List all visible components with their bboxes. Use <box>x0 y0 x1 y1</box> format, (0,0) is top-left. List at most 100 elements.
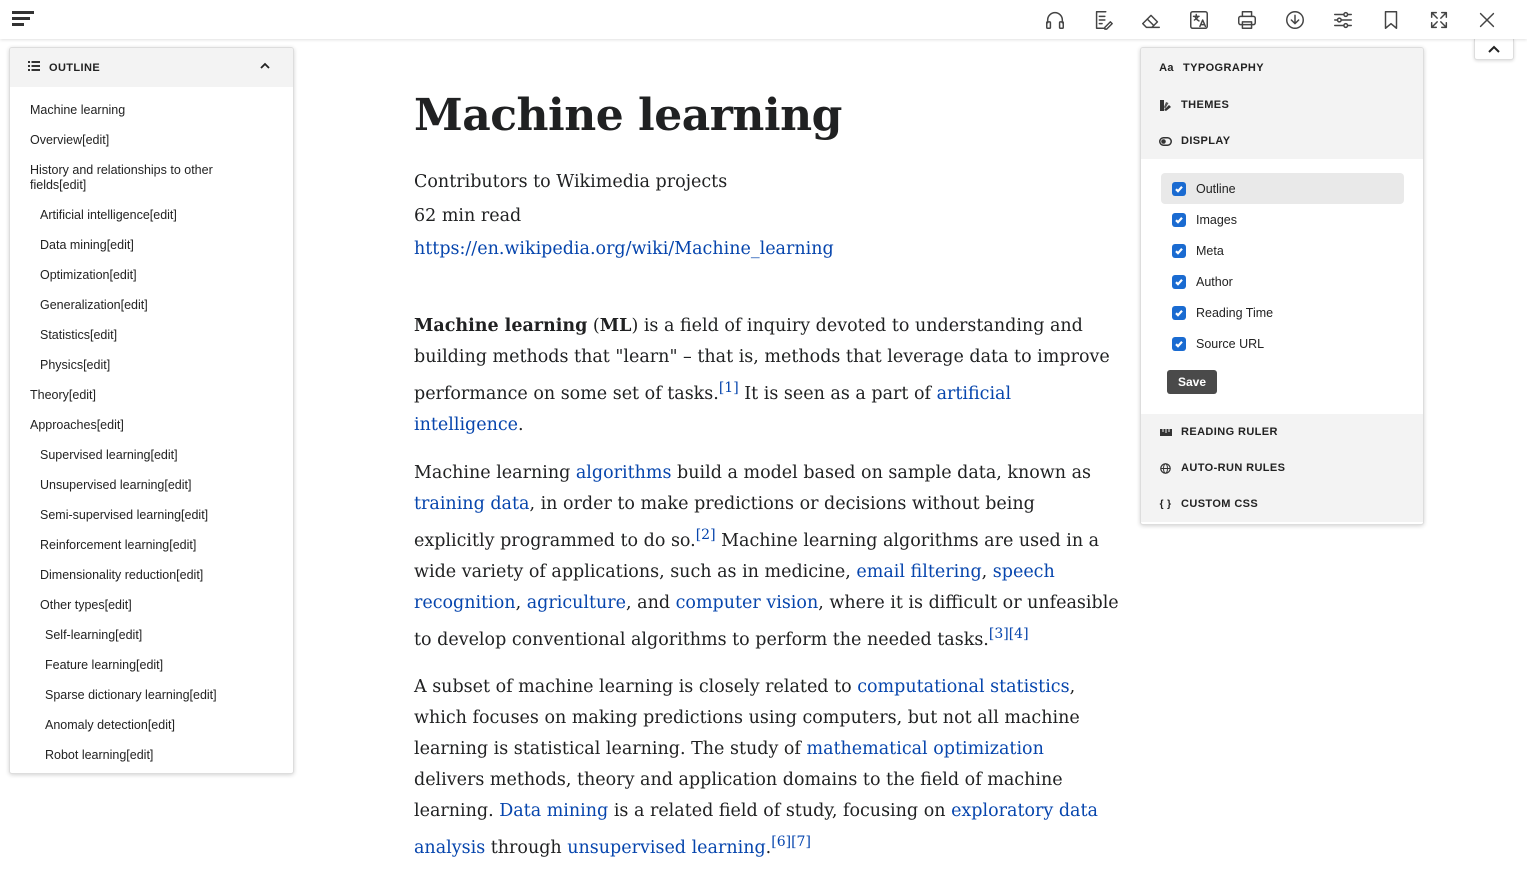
typography-icon: Aa <box>1159 61 1174 74</box>
custom-css-label: CUSTOM CSS <box>1181 498 1259 510</box>
checkbox[interactable] <box>1172 181 1186 196</box>
checkbox[interactable] <box>1172 305 1186 320</box>
outline-item[interactable]: Other types[edit] <box>10 590 293 620</box>
outline-item[interactable]: Reinforcement learning[edit] <box>10 530 293 560</box>
display-option-meta[interactable]: Meta <box>1161 235 1404 266</box>
citation-link[interactable]: [4] <box>1009 626 1029 642</box>
outline-item[interactable]: Data mining[edit] <box>10 230 293 260</box>
display-option-outline[interactable]: Outline <box>1161 173 1404 204</box>
citation-link[interactable]: [6] <box>771 834 791 850</box>
reading-ruler-section[interactable]: READING RULER <box>1141 414 1423 450</box>
save-button[interactable]: Save <box>1167 370 1218 394</box>
outline-item[interactable]: Anomaly detection[edit] <box>10 710 293 740</box>
auto-run-rules-label: AUTO-RUN RULES <box>1181 462 1286 474</box>
paragraph-text: ( <box>587 315 600 336</box>
outline-item[interactable]: Supervised learning[edit] <box>10 440 293 470</box>
outline-item[interactable]: Physics[edit] <box>10 350 293 380</box>
edit-notes-icon[interactable] <box>1079 0 1127 39</box>
article-link[interactable]: training data <box>414 494 529 514</box>
outline-item[interactable]: History and relationships to other field… <box>10 155 293 200</box>
auto-run-rules-section[interactable]: AUTO-RUN RULES <box>1141 450 1423 486</box>
outline-item[interactable]: Approaches[edit] <box>10 410 293 440</box>
print-icon[interactable] <box>1223 0 1271 39</box>
article-link[interactable]: agriculture <box>527 593 626 613</box>
outline-header[interactable]: OUTLINE <box>10 48 293 87</box>
collapse-toolbar-button[interactable] <box>1474 39 1514 60</box>
themes-label: THEMES <box>1181 99 1230 111</box>
list-icon <box>28 61 40 74</box>
article-link[interactable]: mathematical optimization <box>806 739 1043 759</box>
checkbox-label: Meta <box>1196 243 1224 258</box>
paragraph-text: A subset of machine learning is closely … <box>414 677 858 698</box>
eraser-icon[interactable] <box>1127 0 1175 39</box>
article-source-url[interactable]: https://en.wikipedia.org/wiki/Machine_le… <box>414 239 834 259</box>
checkbox-label: Reading Time <box>1196 305 1274 320</box>
article-link[interactable]: computational statistics <box>857 677 1069 697</box>
citation-link[interactable]: [1] <box>719 380 739 396</box>
checkbox-label: Images <box>1196 212 1237 227</box>
paragraph-text: It is seen as a part of <box>738 383 937 404</box>
chevron-up-icon <box>1488 45 1500 53</box>
article-link[interactable]: unsupervised learning <box>567 838 765 858</box>
bookmark-icon[interactable] <box>1367 0 1415 39</box>
outline-item[interactable]: Theory[edit] <box>10 380 293 410</box>
article-paragraph: A subset of machine learning is closely … <box>414 672 1119 864</box>
themes-section[interactable]: THEMES <box>1141 87 1423 123</box>
display-option-source-url[interactable]: Source URL <box>1161 328 1404 359</box>
outline-item[interactable]: Dimensionality reduction[edit] <box>10 560 293 590</box>
display-option-author[interactable]: Author <box>1161 266 1404 297</box>
citation-link[interactable]: [3] <box>989 626 1009 642</box>
paragraph-text: build a model based on sample data, know… <box>671 462 1092 483</box>
citation-link[interactable]: [2] <box>696 527 716 543</box>
checkbox[interactable] <box>1172 336 1186 351</box>
outline-item[interactable]: Optimization[edit] <box>10 260 293 290</box>
display-options: Outline Images Meta Author Reading Time Sourc… <box>1141 159 1423 414</box>
checkbox-label: Source URL <box>1196 336 1265 351</box>
display-option-images[interactable]: Images <box>1161 204 1404 235</box>
article-title: Machine learning <box>414 90 842 141</box>
article-link[interactable]: email filtering <box>856 562 981 582</box>
outline-item[interactable]: Unsupervised learning[edit] <box>10 470 293 500</box>
article-link[interactable]: Data mining <box>499 801 608 821</box>
article-link[interactable]: computer vision <box>676 593 819 613</box>
outline-item[interactable]: Overview[edit] <box>10 125 293 155</box>
headphones-icon[interactable] <box>1031 0 1079 39</box>
settings-panel: Aa TYPOGRAPHY THEMES DISPLAY Outline Imag… <box>1140 47 1424 525</box>
bold-term: ML <box>599 315 632 336</box>
outline-item[interactable]: Feature learning[edit] <box>10 650 293 680</box>
fullscreen-icon[interactable] <box>1415 0 1463 39</box>
outline-item[interactable]: Self-learning[edit] <box>10 620 293 650</box>
sliders-icon[interactable] <box>1319 0 1367 39</box>
toolbar-actions <box>1031 0 1511 39</box>
download-icon[interactable] <box>1271 0 1319 39</box>
checkbox-label: Outline <box>1196 181 1236 196</box>
article-body: Machine learning (ML) is a field of inqu… <box>414 311 1119 864</box>
checkbox[interactable] <box>1172 274 1186 289</box>
checkbox[interactable] <box>1172 243 1186 258</box>
chevron-up-icon[interactable] <box>259 61 271 74</box>
outline-item[interactable]: Statistics[edit] <box>10 320 293 350</box>
translate-icon[interactable] <box>1175 0 1223 39</box>
article-link[interactable]: algorithms <box>576 463 672 483</box>
typography-section[interactable]: Aa TYPOGRAPHY <box>1141 48 1423 87</box>
typography-label: TYPOGRAPHY <box>1183 61 1265 74</box>
outline-item[interactable]: Machine learning <box>10 95 293 125</box>
outline-item[interactable]: Robot learning[edit] <box>10 740 293 770</box>
palette-icon <box>1159 99 1172 111</box>
close-icon[interactable] <box>1463 0 1511 39</box>
outline-item[interactable]: Generalization[edit] <box>10 290 293 320</box>
outline-item[interactable]: Sparse dictionary learning[edit] <box>10 680 293 710</box>
outline-item[interactable]: Semi-supervised learning[edit] <box>10 500 293 530</box>
checkbox[interactable] <box>1172 212 1186 227</box>
code-braces-icon: { } <box>1159 498 1172 510</box>
article-reading-time: 62 min read <box>414 205 522 226</box>
citation-link[interactable]: [7] <box>791 834 811 850</box>
custom-css-section[interactable]: { } CUSTOM CSS <box>1141 486 1423 522</box>
paragraph-text: through <box>485 838 568 859</box>
outline-item[interactable]: Artificial intelligence[edit] <box>10 200 293 230</box>
menu-icon[interactable] <box>10 8 36 30</box>
display-option-reading-time[interactable]: Reading Time <box>1161 297 1404 328</box>
display-section[interactable]: DISPLAY <box>1141 123 1423 159</box>
paragraph-text: , <box>981 561 993 582</box>
display-label: DISPLAY <box>1181 135 1231 147</box>
